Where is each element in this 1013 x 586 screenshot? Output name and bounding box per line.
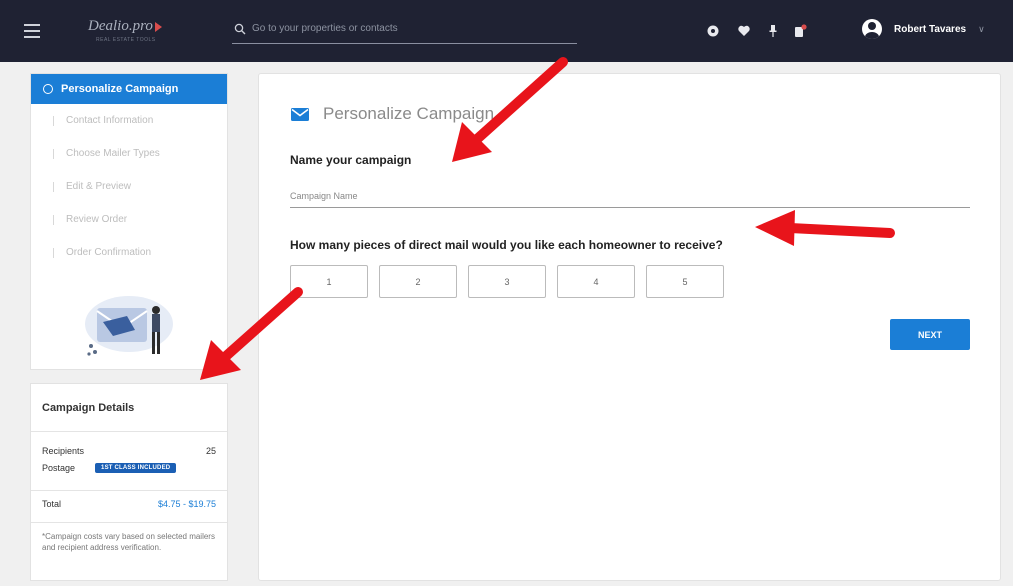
step-divider xyxy=(53,247,54,258)
postage-badge: 1ST CLASS INCLUDED xyxy=(95,463,177,473)
step-divider xyxy=(53,214,54,225)
cost-note: *Campaign costs vary based on selected m… xyxy=(31,522,227,561)
step-divider xyxy=(53,181,54,192)
avatar-icon xyxy=(862,19,882,39)
pieces-option-5[interactable]: 5 xyxy=(646,265,724,298)
next-button[interactable]: NEXT xyxy=(890,319,970,350)
page-title: Personalize Campaign xyxy=(291,104,494,124)
pieces-question: How many pieces of direct mail would you… xyxy=(290,238,723,252)
page-title-text: Personalize Campaign xyxy=(323,104,495,123)
recipients-row: Recipients 25 xyxy=(31,444,227,458)
step-circle-icon xyxy=(43,84,53,94)
campaign-name-input[interactable] xyxy=(290,184,970,207)
gear-icon[interactable] xyxy=(706,24,720,38)
step-review-order[interactable]: Review Order xyxy=(31,203,227,236)
step-label: Order Confirmation xyxy=(66,247,152,258)
top-navigation-bar: Dealio.pro REAL ESTATE TOOLS Robert Tava… xyxy=(0,0,1013,62)
mail-illustration-icon xyxy=(85,296,173,356)
total-value: $4.75 - $19.75 xyxy=(157,498,216,509)
logo-mark-icon xyxy=(154,21,162,32)
campaign-name-field[interactable] xyxy=(290,184,970,208)
step-label: Contact Information xyxy=(66,115,154,126)
logo[interactable]: Dealio.pro xyxy=(88,18,162,35)
step-label: Personalize Campaign xyxy=(61,83,179,95)
main-panel: Personalize Campaign Name your campaign … xyxy=(258,73,1001,581)
campaign-details-card: Campaign Details Recipients 25 Postage 1… xyxy=(30,383,228,581)
total-label: Total xyxy=(42,498,62,509)
envelope-icon xyxy=(291,107,309,121)
postage-label: Postage xyxy=(42,463,76,473)
search-bar[interactable] xyxy=(232,14,577,44)
user-menu[interactable]: Robert Tavares ∨ xyxy=(862,19,985,39)
step-personalize-campaign[interactable]: Personalize Campaign xyxy=(31,74,227,104)
pieces-option-1[interactable]: 1 xyxy=(290,265,368,298)
step-label: Edit & Preview xyxy=(66,181,132,192)
step-label: Choose Mailer Types xyxy=(66,148,160,159)
pieces-option-4[interactable]: 4 xyxy=(557,265,635,298)
step-label: Review Order xyxy=(66,214,128,225)
logo-tagline: REAL ESTATE TOOLS xyxy=(96,37,156,43)
heart-icon[interactable] xyxy=(737,24,751,38)
pieces-option-3[interactable]: 3 xyxy=(468,265,546,298)
campaign-details-title: Campaign Details xyxy=(31,384,227,432)
total-row: Total $4.75 - $19.75 xyxy=(31,490,227,514)
step-divider xyxy=(53,148,54,159)
campaign-name-question: Name your campaign xyxy=(290,153,412,167)
pin-icon[interactable] xyxy=(766,24,780,38)
step-divider xyxy=(53,115,54,126)
step-contact-information[interactable]: Contact Information xyxy=(31,104,227,137)
notification-icon[interactable] xyxy=(793,24,807,38)
steps-sidebar: Personalize Campaign Contact Information… xyxy=(30,73,228,370)
pieces-option-2[interactable]: 2 xyxy=(379,265,457,298)
recipients-label: Recipients xyxy=(42,446,85,456)
postage-row: Postage 1ST CLASS INCLUDED xyxy=(31,460,227,476)
step-edit-preview[interactable]: Edit & Preview xyxy=(31,170,227,203)
chevron-down-icon: ∨ xyxy=(978,23,985,34)
logo-text: Dealio.pro xyxy=(88,18,153,34)
search-icon xyxy=(234,23,246,34)
step-order-confirmation[interactable]: Order Confirmation xyxy=(31,236,227,269)
search-input[interactable] xyxy=(252,23,552,34)
recipients-value: 25 xyxy=(205,446,216,456)
step-choose-mailer-types[interactable]: Choose Mailer Types xyxy=(31,137,227,170)
hamburger-menu-icon[interactable] xyxy=(24,24,40,38)
pieces-options: 1 2 3 4 5 xyxy=(290,265,735,298)
user-name: Robert Tavares xyxy=(894,23,967,35)
